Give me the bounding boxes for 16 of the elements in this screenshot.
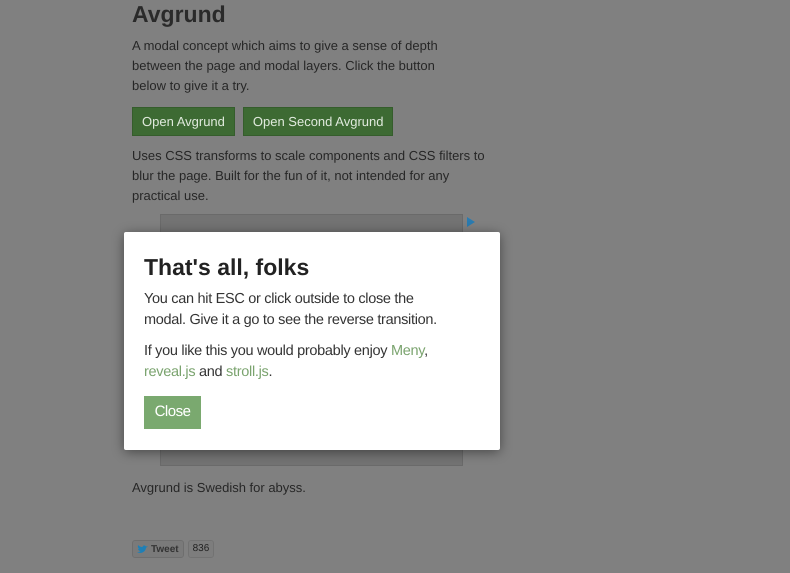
intro-text: A modal concept which aims to give a sense of depth between the page and modal layers. Click the button below to give it a try. [132,37,439,95]
tweet-button[interactable]: Tweet [132,540,184,558]
description-text: Uses CSS transforms to scale components and CSS filters to blur the page. Built for the fun of it, not intended for any practical use. [132,147,486,205]
open-button[interactable]: Open Avgrund [132,107,235,136]
link[interactable]: stroll.js [226,364,268,380]
link[interactable]: Meny [390,343,424,359]
tweet-count: 836 [188,540,214,558]
open-button[interactable]: Open Second Avgrund [242,107,394,136]
close-button[interactable]: Close [144,396,201,429]
footnote-text: Avgrund is Swedish for abyss. [132,479,307,497]
bird-icon [137,544,148,554]
modal-title: That's all, folks [144,253,310,282]
page-title: Avgrund [132,0,227,26]
link[interactable]: reveal.js [144,364,196,380]
modal-text: You can hit ESC or click outside to close the modal. Give it a go to see the reverse transition. [144,290,438,330]
modal-links-text: If you like this you would probably enjoy Meny, reveal.js and stroll.js. [144,342,429,382]
